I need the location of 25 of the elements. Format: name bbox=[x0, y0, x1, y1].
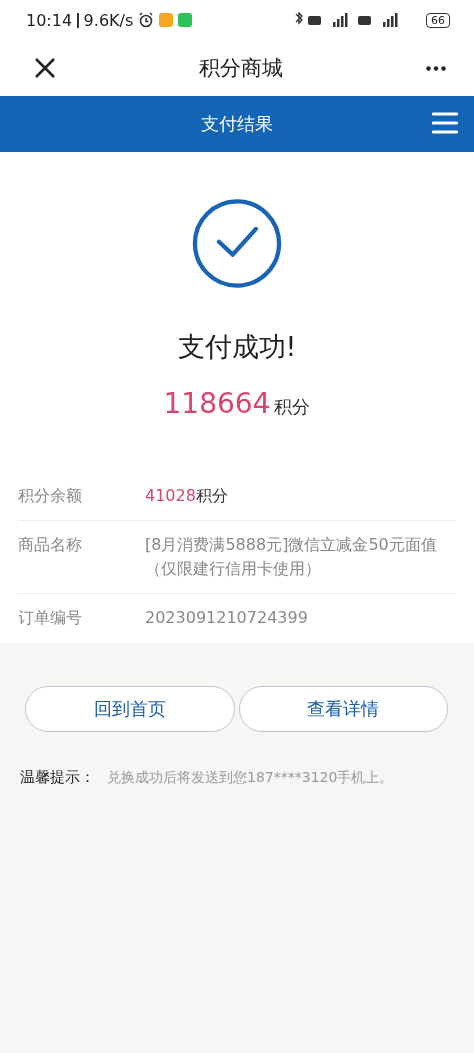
action-button[interactable]: 查看详情 bbox=[238, 686, 448, 732]
alarm-icon bbox=[138, 12, 155, 28]
detail-value: [8月消费满5888元]微信立减金50元面值（仅限建行信用卡使用） bbox=[145, 534, 438, 580]
battery-level: 66 bbox=[426, 12, 450, 28]
status-time: 10:14 bbox=[26, 10, 73, 30]
points-amount: 118664 bbox=[163, 387, 271, 420]
page-title: 支付结果 bbox=[201, 112, 273, 136]
more-icon[interactable] bbox=[426, 65, 446, 71]
chat-icon bbox=[178, 13, 193, 27]
detail-unit: 积分 bbox=[195, 486, 228, 505]
action-button[interactable]: 回到首页 bbox=[25, 686, 235, 732]
menu-icon[interactable] bbox=[432, 111, 458, 135]
detail-value: 41028 bbox=[145, 486, 196, 505]
detail-value: 2023091210724399 bbox=[145, 607, 309, 629]
header-title: 积分商城 bbox=[198, 55, 284, 82]
tip-text: 兑换成功后将发送到您187****3120手机上。 bbox=[107, 769, 394, 787]
detail-label: 积分余额 bbox=[18, 485, 83, 507]
detail-label: 商品名称 bbox=[18, 534, 83, 556]
network-speed: 9.6K/s bbox=[83, 10, 134, 30]
tip-label: 温馨提示： bbox=[20, 768, 95, 787]
success-message: 支付成功! bbox=[177, 330, 297, 364]
detail-label: 订单编号 bbox=[18, 607, 83, 629]
close-icon[interactable] bbox=[34, 57, 56, 79]
app-icon bbox=[159, 13, 174, 27]
points-unit: 积分 bbox=[274, 395, 311, 419]
